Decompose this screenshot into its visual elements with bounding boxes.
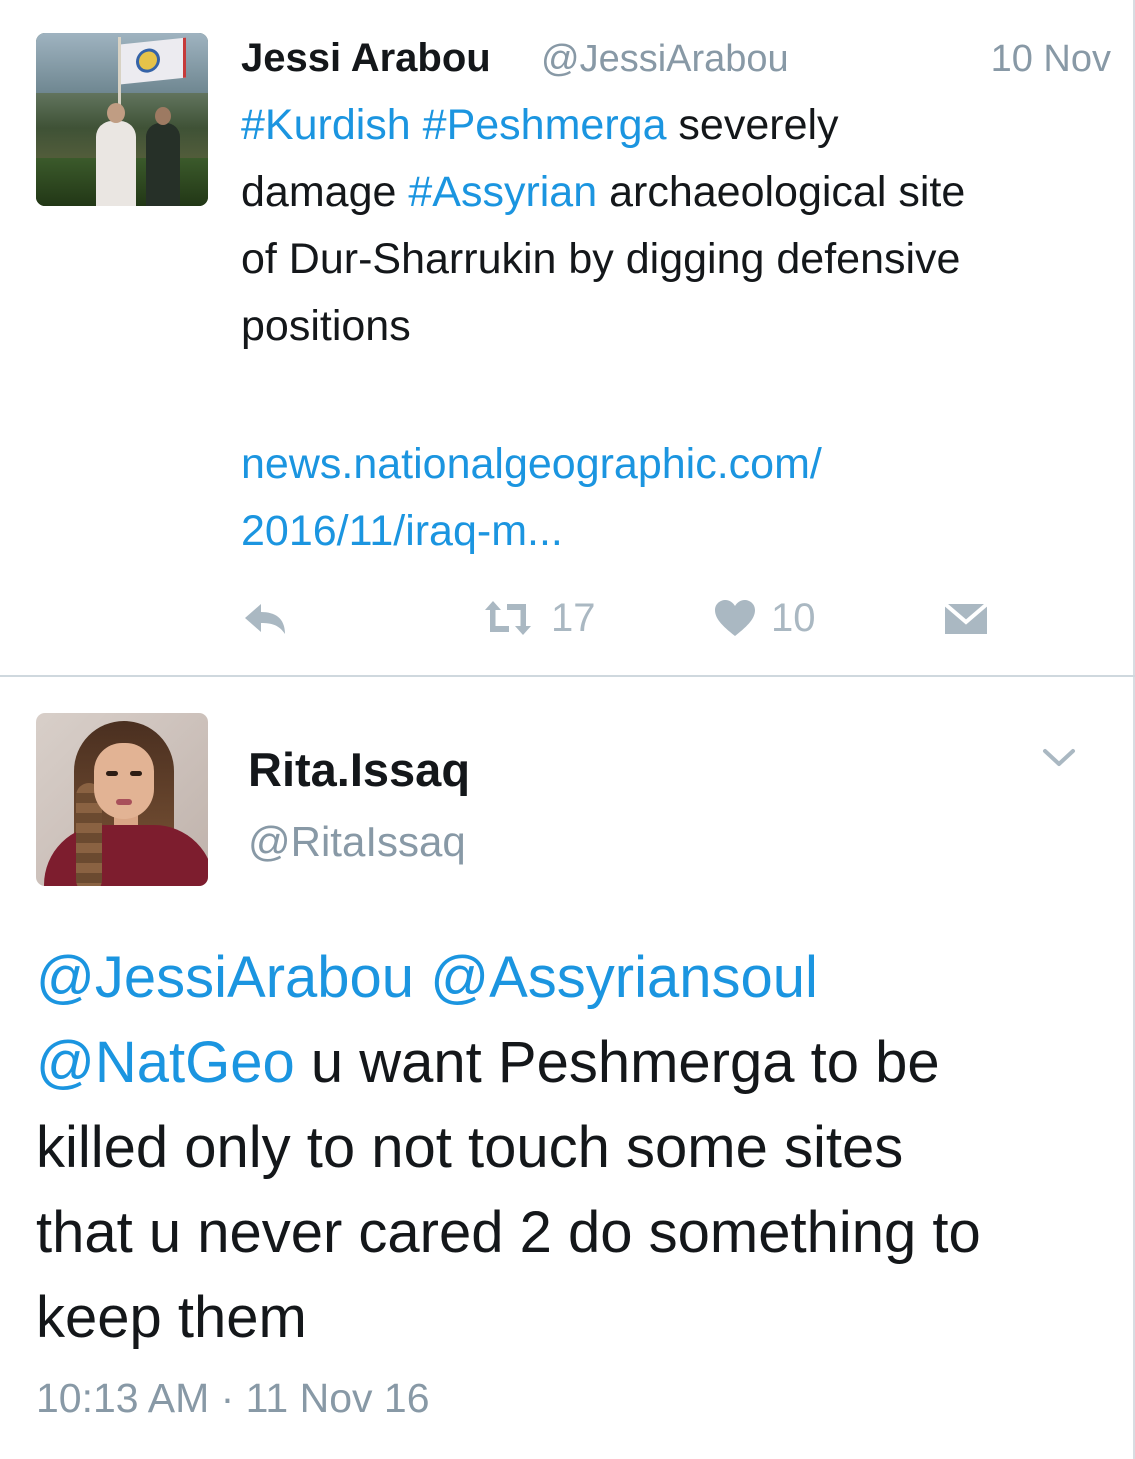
heart-icon	[713, 598, 757, 638]
mention-link[interactable]: @JessiArabou	[36, 945, 414, 1010]
reply-button[interactable]	[241, 588, 289, 648]
chevron-down-icon	[1042, 749, 1076, 774]
retweet-button[interactable]: 17	[479, 588, 596, 648]
article-link[interactable]: news.nationalgeographic.com/ 2016/11/ira…	[241, 431, 1121, 565]
avatar[interactable]	[36, 713, 208, 886]
tweet-actions: 17 10	[241, 588, 1001, 648]
avatar-eye	[130, 771, 142, 776]
author-name[interactable]: Jessi Arabou	[241, 36, 491, 81]
article-link-line[interactable]: news.nationalgeographic.com/	[241, 431, 1121, 498]
avatar-lips	[116, 799, 132, 805]
reply-icon	[241, 598, 289, 638]
author-handle[interactable]: @JessiArabou	[541, 38, 789, 81]
tweet-divider	[0, 675, 1135, 677]
tweet-text-line: killed only to not touch some sites	[36, 1115, 904, 1180]
tweet-text-line: damage #Assyrian archaeological site	[241, 159, 1121, 226]
avatar-eye	[106, 771, 118, 776]
author-name[interactable]: Rita.Issaq	[248, 742, 470, 797]
tweet-jessi-arabou[interactable]: Jessi Arabou @JessiArabou 10 Nov #Kurdis…	[0, 0, 1135, 675]
tweet-text-line: keep them	[36, 1285, 307, 1350]
tweet-header: Jessi Arabou @JessiArabou 10 Nov	[241, 30, 1111, 86]
tweet-text-line: @JessiArabou @Assyriansoul	[36, 935, 1116, 1020]
tweet-text-line: positions	[241, 302, 411, 350]
hashtag-link[interactable]: #Assyrian	[408, 168, 597, 216]
tweet-text-line: that u never cared 2 do something to	[36, 1200, 981, 1265]
avatar-person	[96, 103, 136, 206]
tweet-text-fragment: u want Peshmerga to be	[294, 1030, 940, 1095]
envelope-icon	[943, 598, 989, 638]
avatar-face	[94, 743, 154, 819]
tweet-text: @JessiArabou @Assyriansoul @NatGeo u wan…	[36, 935, 1116, 1360]
retweet-count: 17	[551, 595, 596, 640]
like-button[interactable]: 10	[713, 588, 816, 648]
avatar[interactable]	[36, 33, 208, 206]
tweet-text-fragment: archaeological site	[597, 168, 966, 216]
tweet-timestamp[interactable]: 10:13 AM · 11 Nov 16	[36, 1375, 430, 1422]
avatar-shirt	[44, 825, 208, 886]
author-handle[interactable]: @RitaIssaq	[248, 818, 466, 866]
hashtag-link[interactable]: #Peshmerga	[423, 101, 667, 149]
tweet-text: #Kurdish #Peshmerga severely damage #Ass…	[241, 92, 1121, 360]
tweet-text-fragment: severely	[666, 101, 839, 149]
tweet-date[interactable]: 10 Nov	[991, 38, 1111, 81]
hashtag-link[interactable]: #Kurdish	[241, 101, 411, 149]
direct-message-button[interactable]	[943, 588, 989, 648]
like-count: 10	[771, 595, 816, 640]
tweet-text-fragment: damage	[241, 168, 409, 216]
mention-link[interactable]: @Assyriansoul	[430, 945, 818, 1010]
flag-icon	[121, 37, 186, 85]
tweet-menu-button[interactable]	[1042, 746, 1076, 770]
tweet-text-line: of Dur-Sharrukin by digging defensive	[241, 235, 961, 283]
mention-link[interactable]: @NatGeo	[36, 1030, 295, 1095]
article-link-line[interactable]: 2016/11/iraq-m...	[241, 498, 1121, 565]
tweet-text-line: #Kurdish #Peshmerga severely	[241, 92, 1121, 159]
avatar-person	[146, 107, 180, 206]
tweet-text-line: @NatGeo u want Peshmerga to be	[36, 1020, 1116, 1105]
retweet-icon	[479, 598, 537, 638]
